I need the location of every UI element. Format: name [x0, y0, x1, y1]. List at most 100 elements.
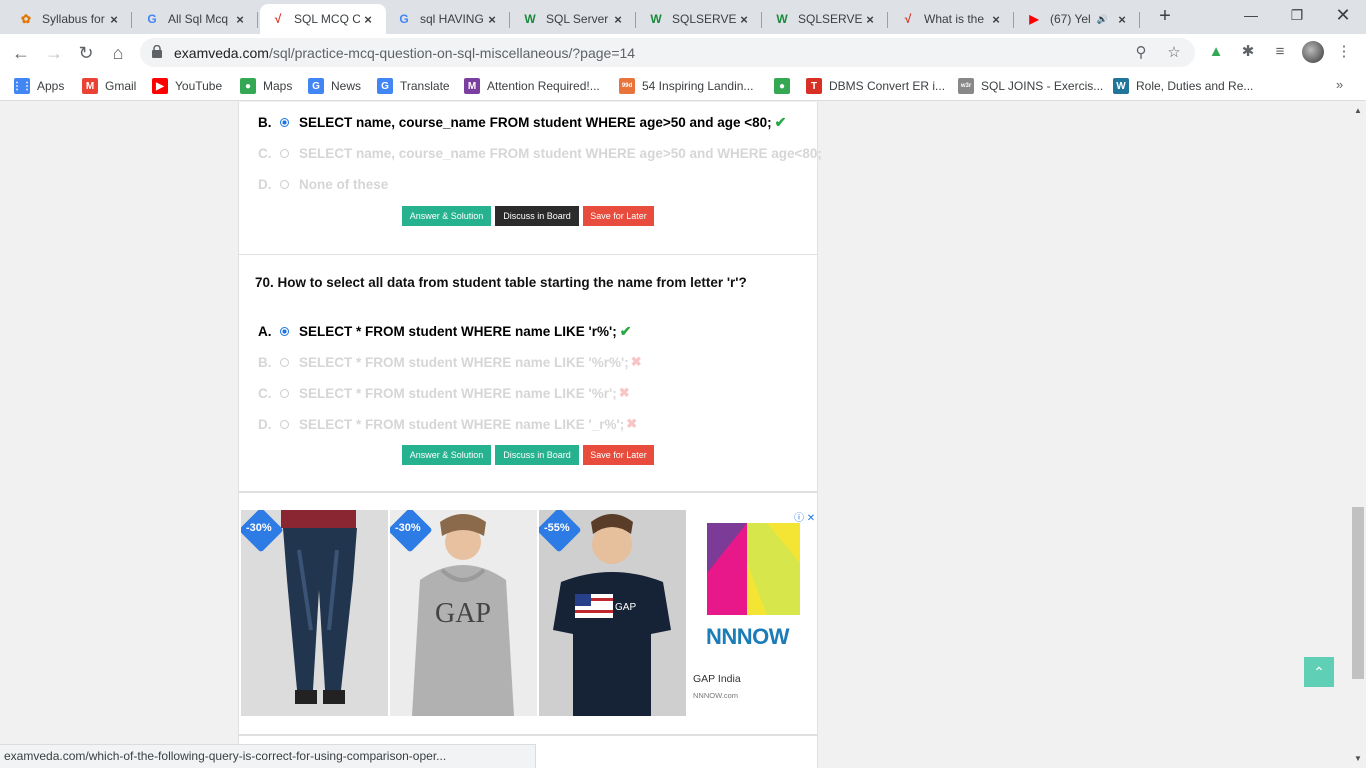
bookmark-item[interactable]: G Translate: [377, 77, 450, 95]
browser-tab[interactable]: ▶ (67) Yel 🔊 ×: [1016, 4, 1140, 34]
adchoices-icon[interactable]: ⓘ ✕: [794, 509, 815, 524]
save-later-button[interactable]: Save for Later: [583, 206, 654, 226]
save-later-button[interactable]: Save for Later: [583, 445, 654, 465]
page-scrollbar[interactable]: ▲ ▼: [1350, 102, 1366, 768]
browser-tab[interactable]: √ What is the ×: [890, 4, 1014, 34]
reload-icon[interactable]: ↻: [74, 41, 98, 65]
new-tab-button[interactable]: +: [1155, 6, 1175, 26]
ad-product-jeans[interactable]: -30%: [241, 510, 388, 716]
close-tab-icon[interactable]: ×: [736, 12, 752, 27]
option-text: SELECT * FROM student WHERE name LIKE '%…: [299, 385, 617, 401]
drive-icon[interactable]: ▲: [1206, 42, 1226, 62]
forward-icon[interactable]: →: [42, 41, 66, 65]
minimize-button[interactable]: —: [1228, 0, 1274, 30]
w3resource-icon: w3r: [958, 78, 974, 94]
answer-solution-button[interactable]: Answer & Solution: [402, 445, 491, 465]
back-icon[interactable]: ←: [9, 41, 33, 65]
wordpress-icon: W: [1113, 78, 1129, 94]
bookmark-label: Attention Required!...: [487, 79, 600, 93]
bookmark-item[interactable]: ● Maps: [240, 77, 292, 95]
browser-tab[interactable]: W SQL Server ×: [512, 4, 636, 34]
answer-option[interactable]: C. SELECT name, course_name FROM student …: [258, 144, 822, 162]
menu-icon[interactable]: ⋮: [1334, 42, 1354, 62]
bookmark-item[interactable]: T DBMS Convert ER i...: [806, 77, 945, 95]
profile-avatar[interactable]: [1302, 41, 1324, 63]
ad-product-hoodie[interactable]: GAP -30%: [390, 510, 537, 716]
zoom-icon[interactable]: ⚲: [1132, 44, 1150, 62]
gap-hoodie-print: GAP: [435, 598, 491, 629]
close-tab-icon[interactable]: ×: [988, 12, 1004, 27]
bookmark-item[interactable]: M Attention Required!...: [464, 77, 600, 95]
scrollbar-thumb[interactable]: [1352, 507, 1364, 679]
correct-check-icon: ✔: [774, 113, 787, 130]
bookmark-label: SQL JOINS - Exercis...: [981, 79, 1104, 93]
ad-product-tshirt[interactable]: GAP -55%: [539, 510, 686, 716]
answer-option[interactable]: D. SELECT * FROM student WHERE name LIKE …: [258, 415, 637, 433]
restore-button[interactable]: ❐: [1274, 0, 1320, 30]
scroll-to-top-button[interactable]: ⌃: [1304, 657, 1334, 687]
favicon-icon: ✿: [20, 12, 32, 26]
address-bar[interactable]: examveda.com/sql/practice-mcq-question-o…: [140, 38, 1195, 67]
question-card-69: B. SELECT name, course_name FROM student …: [238, 102, 822, 255]
browser-tab[interactable]: √ SQL MCQ C ×: [260, 4, 386, 34]
home-icon[interactable]: ⌂: [106, 41, 130, 65]
close-tab-icon[interactable]: ×: [1114, 12, 1130, 27]
ad-close-icon: ✕: [806, 513, 816, 524]
close-tab-icon[interactable]: ×: [360, 12, 376, 27]
bookmark-item[interactable]: 99d 54 Inspiring Landin...: [619, 77, 753, 95]
ad-brand-label[interactable]: GAP India: [693, 673, 741, 685]
news-icon: G: [308, 78, 324, 94]
discuss-board-button[interactable]: Discuss in Board: [495, 445, 579, 465]
option-radio[interactable]: [280, 148, 289, 158]
option-radio[interactable]: [280, 419, 289, 429]
bookmark-item[interactable]: ⋮⋮ Apps: [12, 77, 64, 95]
bookmarks-bar: ⋮⋮ Apps M Gmail ▶ YouTube ● Maps G News G Translate…: [0, 71, 1366, 101]
bookmark-item[interactable]: M Gmail: [82, 77, 136, 95]
extensions-icon[interactable]: ✱: [1238, 42, 1258, 62]
scroll-down-arrow-icon[interactable]: ▼: [1354, 754, 1362, 763]
discuss-board-button[interactable]: Discuss in Board: [495, 206, 579, 226]
media-control-icon[interactable]: ≡: [1270, 42, 1290, 62]
answer-option[interactable]: B. SELECT name, course_name FROM student …: [258, 113, 786, 131]
bookmark-label: YouTube: [175, 79, 223, 93]
option-text: SELECT name, course_name FROM student WH…: [299, 145, 822, 161]
browser-tab[interactable]: ✿ Syllabus for ×: [8, 4, 132, 34]
answer-option[interactable]: A. SELECT * FROM student WHERE name LIKE …: [258, 322, 631, 340]
bookmark-item[interactable]: ●: [774, 77, 797, 95]
option-radio[interactable]: [280, 357, 289, 367]
tab-separator: [887, 12, 888, 28]
option-radio[interactable]: [280, 388, 289, 398]
tab-strip: ✿ Syllabus for × G All Sql Mcq × √ SQL MCQ C × Gs…: [0, 0, 1366, 34]
scroll-up-arrow-icon[interactable]: ▲: [1354, 106, 1362, 115]
answer-option[interactable]: D. None of these: [258, 175, 388, 193]
bookmark-item[interactable]: w3r SQL JOINS - Exercis...: [958, 77, 1103, 95]
advertisement[interactable]: -30% GAP -30% GAP -55% NNNOW GAP India N…: [238, 492, 818, 735]
google-icon: G: [147, 12, 157, 26]
answer-option[interactable]: C. SELECT * FROM student WHERE name LIKE …: [258, 384, 630, 402]
option-radio[interactable]: [280, 326, 289, 336]
bookmark-item[interactable]: W Role, Duties and Re...: [1113, 77, 1253, 95]
close-tab-icon[interactable]: ×: [484, 12, 500, 27]
bookmark-star-icon[interactable]: ☆: [1165, 44, 1183, 62]
bookmarks-more-icon[interactable]: »: [1336, 77, 1343, 92]
bookmark-item[interactable]: ▶ YouTube: [152, 77, 222, 95]
browser-tab[interactable]: Gsql HAVING ×: [386, 4, 510, 34]
answer-option[interactable]: B. SELECT * FROM student WHERE name LIKE …: [258, 353, 642, 371]
answer-solution-button[interactable]: Answer & Solution: [402, 206, 491, 226]
option-radio[interactable]: [280, 117, 289, 127]
option-radio[interactable]: [280, 179, 289, 189]
tab-title: (67) Yel: [1050, 12, 1091, 26]
audio-playing-icon[interactable]: 🔊: [1097, 14, 1108, 25]
browser-tab[interactable]: W SQLSERVER×: [764, 4, 888, 34]
maps-pin-icon: ●: [240, 78, 256, 94]
close-window-button[interactable]: ✕: [1320, 0, 1366, 30]
browser-tab[interactable]: W SQLSERVER×: [638, 4, 762, 34]
close-tab-icon[interactable]: ×: [862, 12, 878, 27]
close-tab-icon[interactable]: ×: [232, 12, 248, 27]
close-tab-icon[interactable]: ×: [610, 12, 626, 27]
ad-domain-label[interactable]: NNNOW.com: [693, 691, 738, 700]
browser-tab[interactable]: G All Sql Mcq ×: [134, 4, 258, 34]
tab-title: What is the: [924, 12, 985, 26]
close-tab-icon[interactable]: ×: [106, 12, 122, 27]
bookmark-item[interactable]: G News: [308, 77, 361, 95]
